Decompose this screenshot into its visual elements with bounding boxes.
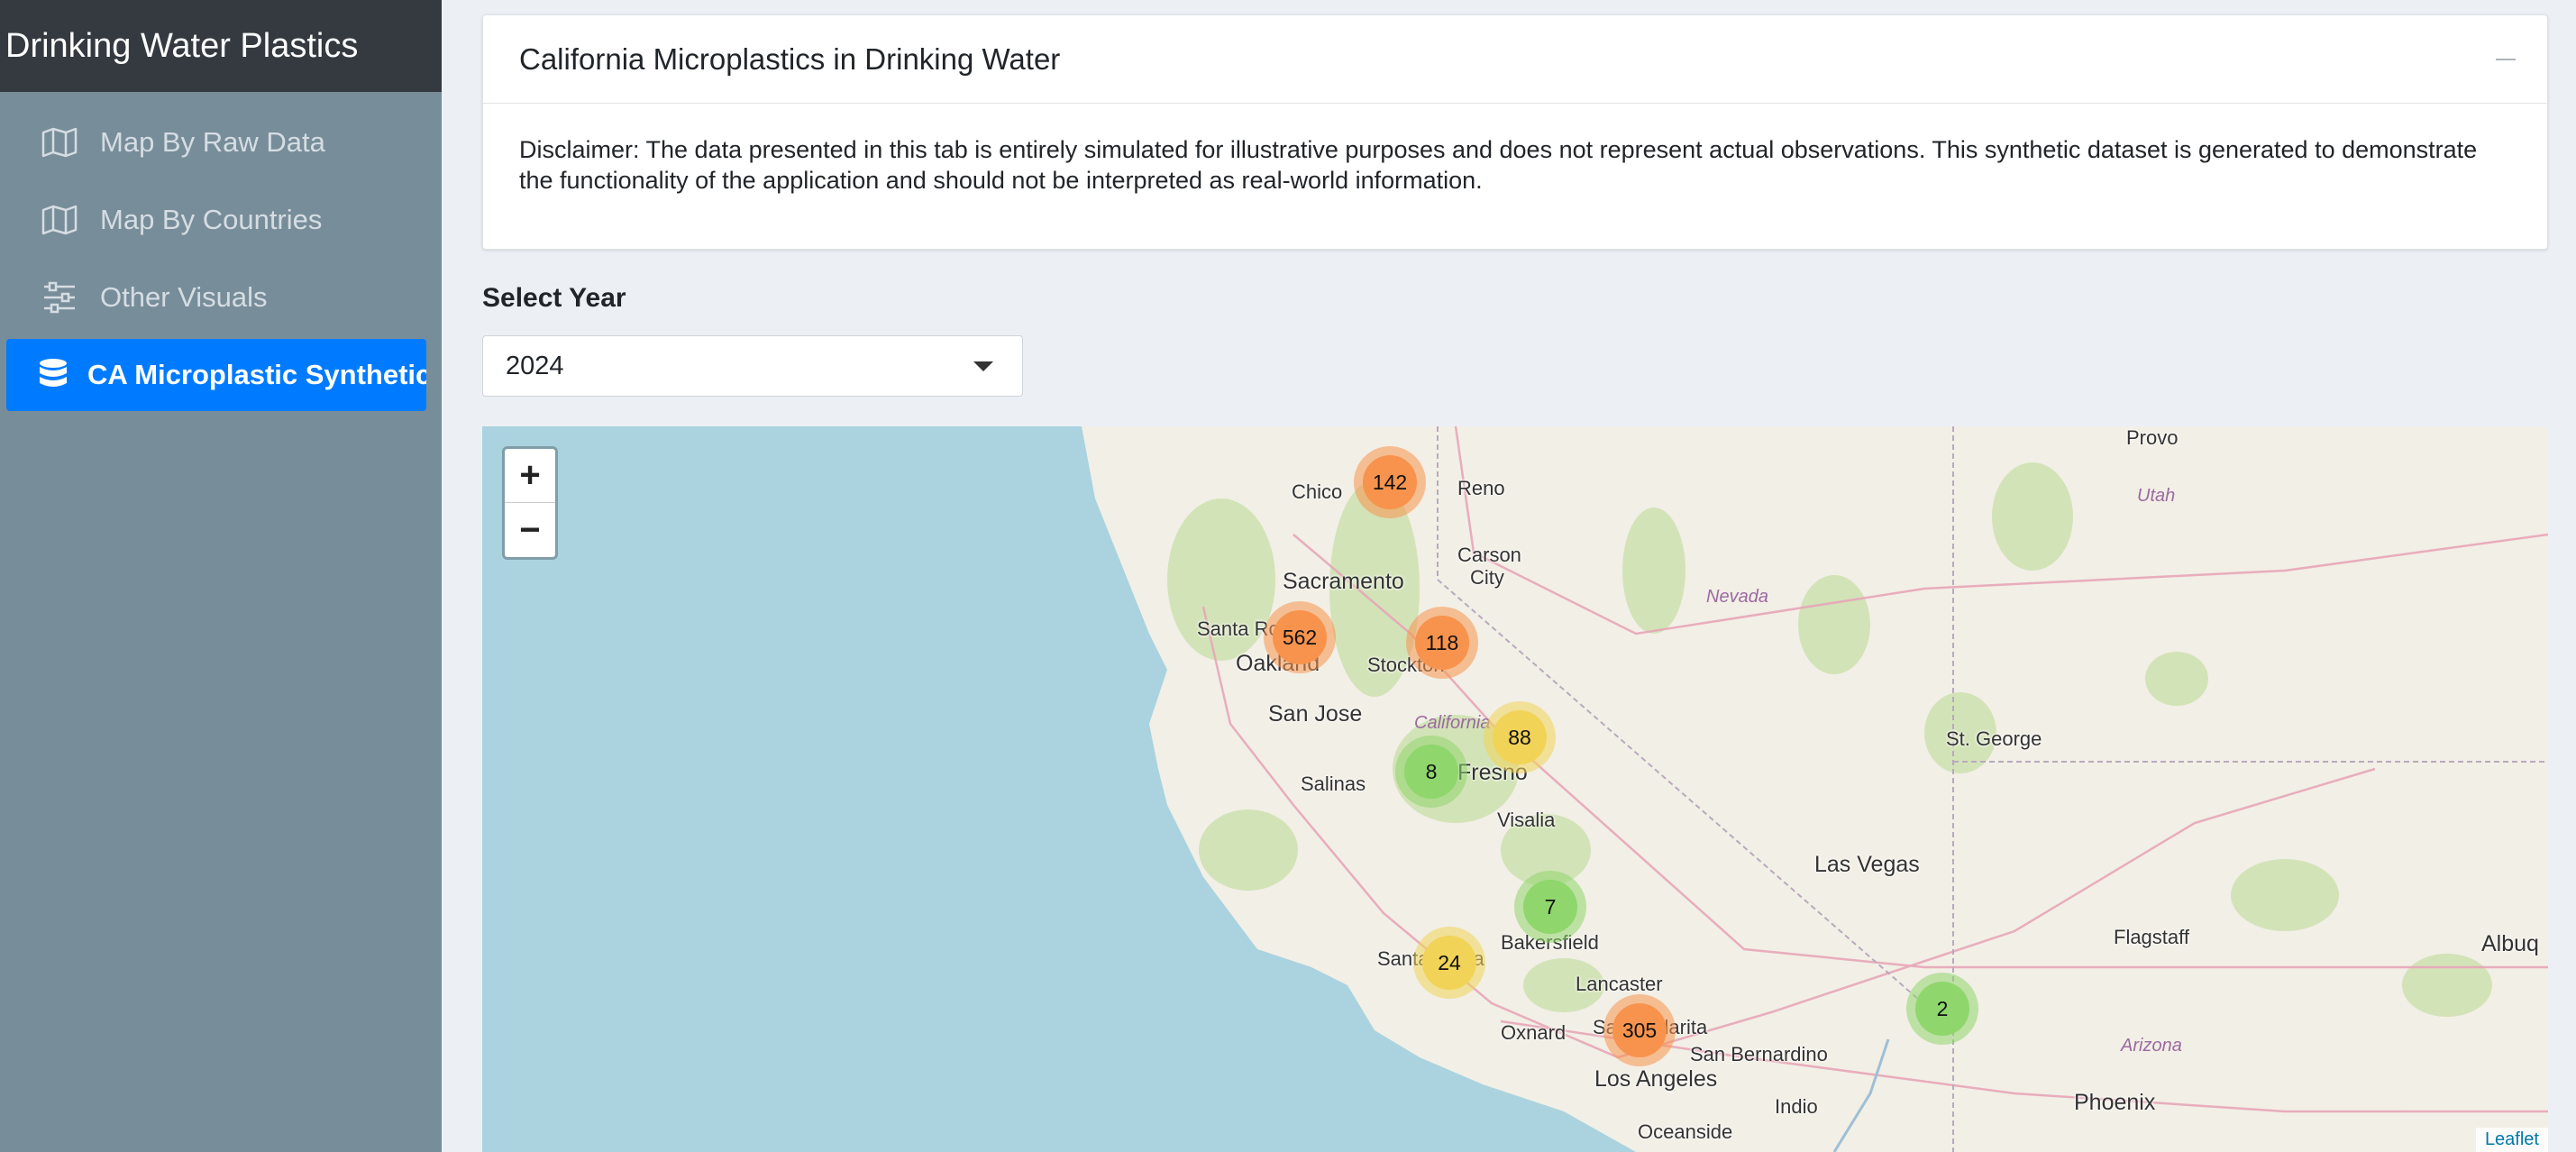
collapse-button[interactable]: [2491, 46, 2520, 73]
city-label: Oxnard: [1501, 1021, 1567, 1044]
zoom-control: + −: [502, 446, 558, 560]
city-label: Lancaster: [1576, 973, 1663, 995]
map-cluster-marker[interactable]: 142: [1354, 446, 1426, 518]
region-label: Nevada: [1706, 587, 1768, 607]
city-label: Phoenix: [2074, 1090, 2156, 1115]
map[interactable]: Chico Reno Carson City Sacramento Santa …: [482, 426, 2548, 1152]
city-label: San Bernardino: [1690, 1043, 1828, 1065]
city-label: Albuq: [2481, 931, 2539, 956]
city-label: Provo: [2126, 426, 2179, 449]
city-label: San Jose: [1268, 701, 1363, 727]
map-cluster-marker[interactable]: 118: [1406, 607, 1478, 679]
sidebar-item-label: Other Visuals: [100, 281, 268, 313]
city-label: Chico: [1292, 480, 1343, 503]
caret-down-icon: [973, 361, 993, 371]
info-card: California Microplastics in Drinking Wat…: [482, 14, 2548, 250]
map-icon: [39, 124, 80, 160]
sidebar-item-map-by-countries[interactable]: Map By Countries: [6, 184, 426, 256]
map-icon: [39, 202, 80, 238]
app-title: Drinking Water Plastics: [0, 0, 442, 92]
sidebar-item-label: CA Microplastic Synthetic Data: [87, 359, 426, 390]
map-attribution-link[interactable]: Leaflet: [2475, 1128, 2548, 1152]
disclaimer-text: Disclaimer: The data presented in this t…: [519, 136, 2478, 194]
map-cluster-marker[interactable]: 24: [1413, 927, 1485, 999]
cluster-count: 562: [1273, 610, 1327, 664]
year-select[interactable]: 2024: [482, 335, 1023, 397]
city-label: Flagstaff: [2114, 926, 2189, 948]
cluster-count: 88: [1493, 710, 1547, 764]
year-select-label: Select Year: [482, 283, 626, 313]
card-title: California Microplastics in Drinking Wat…: [519, 41, 1061, 76]
cluster-count: 2: [1915, 982, 1969, 1036]
sidebar: Drinking Water Plastics Map By Raw Data …: [0, 0, 442, 1152]
city-label: City: [1470, 566, 1504, 589]
sidebar-item-ca-microplastic-synthetic-data[interactable]: CA Microplastic Synthetic Data: [6, 339, 426, 411]
map-cluster-marker[interactable]: 305: [1603, 994, 1676, 1066]
zoom-out-button[interactable]: −: [505, 503, 555, 557]
city-label: Reno: [1457, 477, 1505, 499]
cluster-count: 8: [1404, 745, 1458, 799]
map-cluster-marker[interactable]: 88: [1484, 701, 1556, 773]
cluster-count: 7: [1523, 880, 1577, 934]
region-label: Arizona: [2121, 1036, 2182, 1056]
sidebar-item-label: Map By Raw Data: [100, 126, 325, 158]
region-label: Utah: [2137, 486, 2176, 506]
map-cluster-marker[interactable]: 2: [1906, 973, 1978, 1045]
city-label: Carson: [1457, 544, 1521, 566]
minus-icon: [2496, 59, 2516, 60]
cluster-count: 118: [1415, 616, 1469, 670]
sidebar-item-other-visuals[interactable]: Other Visuals: [6, 261, 426, 334]
city-label: Oceanside: [1638, 1120, 1733, 1143]
city-label: Salinas: [1301, 773, 1366, 795]
zoom-in-button[interactable]: +: [505, 449, 555, 503]
sidebar-item-label: Map By Countries: [100, 204, 323, 235]
city-label: Indio: [1775, 1095, 1818, 1118]
map-cluster-marker[interactable]: 8: [1395, 736, 1467, 808]
card-header: California Microplastics in Drinking Wat…: [483, 15, 2547, 104]
year-select-value: 2024: [506, 351, 564, 380]
cluster-count: 305: [1612, 1003, 1667, 1057]
cluster-count: 24: [1422, 936, 1476, 990]
database-icon: [39, 357, 68, 393]
map-cluster-marker[interactable]: 7: [1514, 871, 1586, 943]
cluster-count: 142: [1363, 455, 1417, 509]
city-label: St. George: [1946, 727, 2042, 750]
sliders-icon: [39, 279, 80, 315]
sidebar-item-map-by-raw-data[interactable]: Map By Raw Data: [6, 106, 426, 178]
city-label: Visalia: [1497, 809, 1556, 831]
city-label: Los Angeles: [1594, 1066, 1718, 1092]
city-label: Sacramento: [1283, 569, 1404, 594]
city-label: Las Vegas: [1814, 852, 1920, 877]
map-cluster-marker[interactable]: 562: [1264, 601, 1336, 673]
region-label: California: [1414, 713, 1491, 733]
